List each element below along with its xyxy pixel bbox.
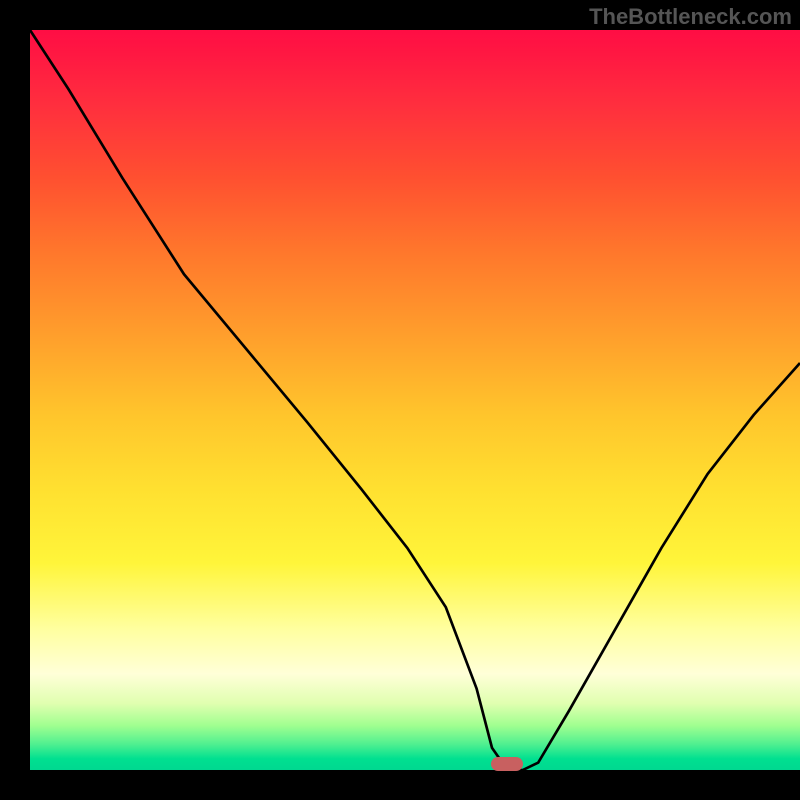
watermark-text: TheBottleneck.com [589,4,792,30]
curve-svg [30,30,800,770]
plot-area [30,30,800,770]
bottleneck-curve [30,30,800,770]
optimal-point-marker [491,757,523,771]
